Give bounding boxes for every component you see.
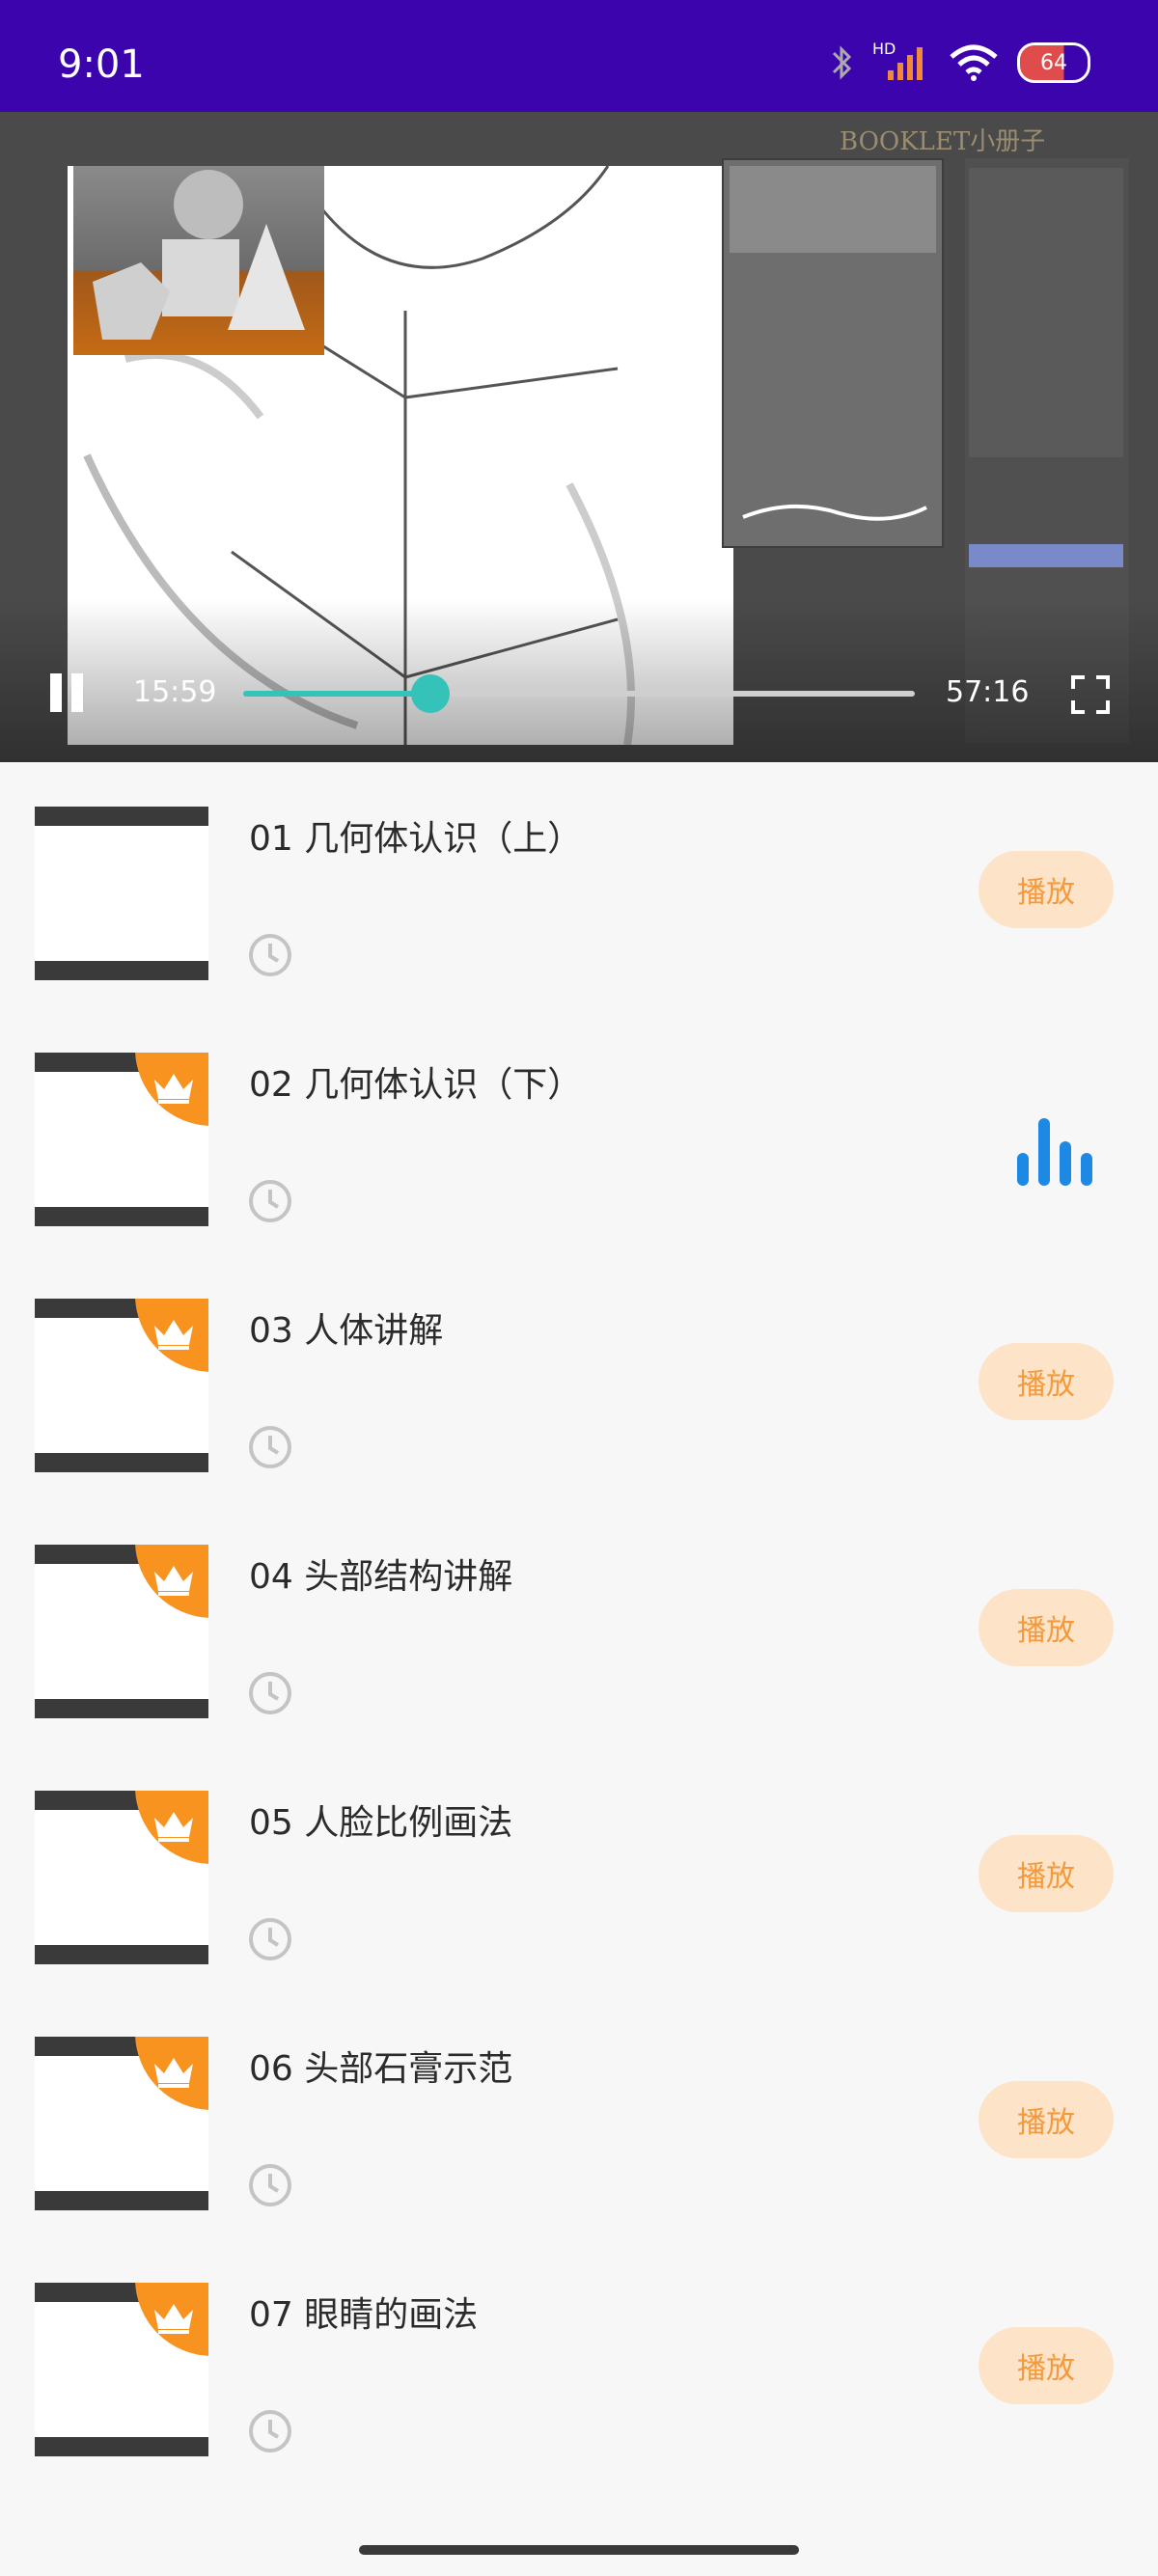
lesson-title: 02 几何体认识（下） [249, 1065, 583, 1105]
lesson-item[interactable]: 05 人脸比例画法播放 [0, 1746, 1158, 1992]
play-button[interactable]: 播放 [979, 1835, 1114, 1912]
lesson-thumbnail [35, 1299, 208, 1472]
status-icons: HD 64 [828, 40, 1090, 83]
lesson-thumbnail [35, 1545, 208, 1718]
wifi-icon [950, 44, 998, 81]
clock-icon [249, 2410, 291, 2453]
clock-icon [249, 1180, 291, 1222]
clock-icon [249, 934, 291, 976]
lesson-thumbnail [35, 1791, 208, 1964]
seek-bar-handle[interactable] [411, 674, 451, 713]
lesson-thumbnail [35, 1053, 208, 1226]
video-controls: 15:59 57:16 [0, 648, 1158, 735]
lesson-list: 01 几何体认识（上） 播放 02 几何体认识（下） 03 人体讲解 播放 04 头部结构… [0, 762, 1158, 2484]
play-button[interactable]: 播放 [979, 1343, 1114, 1420]
reference-photo [73, 166, 324, 355]
clock-icon [249, 1918, 291, 1960]
lesson-thumbnail [35, 807, 208, 980]
status-time: 9:01 [58, 42, 145, 87]
lesson-item[interactable]: 02 几何体认识（下） [0, 1008, 1158, 1254]
lesson-item[interactable]: 07 眼睛的画法播放 [0, 2238, 1158, 2484]
lesson-item[interactable]: 01 几何体认识（上） 播放 [0, 762, 1158, 1008]
status-bar: 9:01 HD 64 [0, 0, 1158, 112]
lesson-item[interactable]: 04 头部结构讲解播放 [0, 1500, 1158, 1746]
current-time: 15:59 [133, 675, 217, 709]
lesson-item[interactable]: 06 头部石膏示范播放 [0, 1992, 1158, 2238]
seek-bar[interactable] [243, 674, 915, 713]
lesson-thumbnail [35, 2283, 208, 2456]
battery-level: 64 [1040, 50, 1067, 75]
lesson-item[interactable]: 03 人体讲解播放 [0, 1254, 1158, 1500]
play-button[interactable]: 播放 [979, 851, 1114, 928]
brush-panel [722, 158, 944, 548]
play-button[interactable]: 播放 [979, 1589, 1114, 1666]
lesson-title: 07 眼睛的画法 [249, 2295, 479, 2335]
signal-icon: HD [872, 40, 930, 82]
bluetooth-icon [832, 45, 852, 80]
clock-icon [249, 2164, 291, 2206]
video-player[interactable]: BOOKLET小册子 15:59 57:16 [0, 112, 1158, 762]
lesson-title: 04 头部结构讲解 [249, 1557, 513, 1597]
fullscreen-icon[interactable] [1071, 675, 1110, 714]
battery-icon: 64 [1017, 42, 1090, 83]
home-indicator[interactable] [359, 2545, 799, 2555]
play-button[interactable]: 播放 [979, 2081, 1114, 2158]
video-watermark: BOOKLET小册子 [840, 127, 1046, 156]
clock-icon [249, 1672, 291, 1714]
lesson-title: 01 几何体认识（上） [249, 819, 583, 859]
lesson-title: 06 头部石膏示范 [249, 2049, 513, 2089]
pause-icon[interactable] [50, 673, 83, 712]
lesson-title: 05 人脸比例画法 [249, 1803, 513, 1843]
lesson-title: 03 人体讲解 [249, 1311, 444, 1351]
duration-time: 57:16 [946, 675, 1030, 709]
clock-icon [249, 1426, 291, 1468]
lesson-thumbnail [35, 2037, 208, 2210]
now-playing-icon [1017, 1118, 1092, 1186]
seek-bar-fill [243, 691, 431, 697]
play-button[interactable]: 播放 [979, 2327, 1114, 2404]
